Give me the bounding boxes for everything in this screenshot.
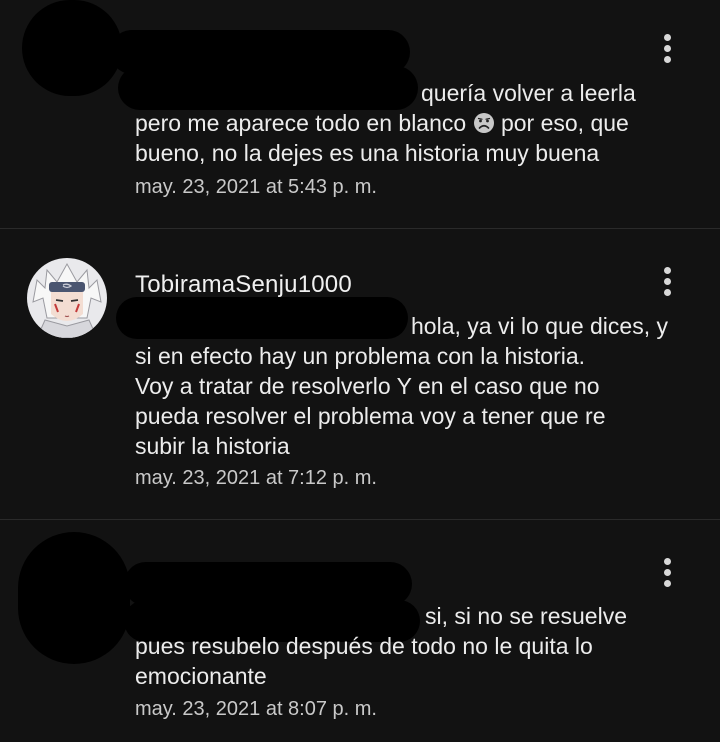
comment-timestamp: may. 23, 2021 at 8:07 p. m. <box>135 698 377 720</box>
comment-item: TobiramaSenju1000 hola, ya vi lo que dic… <box>0 229 720 519</box>
user-avatar-icon <box>27 258 107 338</box>
comment-line: bueno, no la dejes es una historia muy b… <box>135 140 600 166</box>
more-options-icon[interactable] <box>658 267 678 301</box>
comment-body: querí­a volver a leerla pero me aparece … <box>135 78 695 168</box>
comment-line: pues resubelo después de todo no le quit… <box>135 633 593 659</box>
avatar[interactable] <box>27 258 107 338</box>
comment-line: si, si no se resuelve <box>425 603 627 629</box>
comment-line: emocionante <box>135 663 267 689</box>
comment-body: si, si no se resuelve pues resubelo desp… <box>135 601 695 691</box>
redacted-avatar <box>22 0 122 96</box>
comment-timestamp: may. 23, 2021 at 5:43 p. m. <box>135 176 377 198</box>
comment-item: si, si no se resuelve pues resubelo desp… <box>0 520 720 742</box>
sad-face-icon <box>473 113 494 133</box>
more-options-icon[interactable] <box>658 34 678 68</box>
comment-line: subir la historia <box>135 433 290 459</box>
more-options-icon[interactable] <box>658 558 678 592</box>
comment-timestamp: may. 23, 2021 at 7:12 p. m. <box>135 467 377 489</box>
comment-line: pueda resolver el problema voy a tener q… <box>135 403 606 429</box>
redacted-avatar <box>18 532 130 664</box>
comment-line: si en efecto hay un problema con la hist… <box>135 343 586 369</box>
comment-body: hola, ya vi lo que dices, y si en efecto… <box>135 311 695 461</box>
comment-line: Voy a tratar de resolverlo Y en el caso … <box>135 373 600 399</box>
comment-username[interactable]: TobiramaSenju1000 <box>135 271 352 299</box>
comment-line: hola, ya vi lo que dices, y <box>411 313 668 339</box>
comment-item: querí­a volver a leerla pero me aparece … <box>0 0 720 228</box>
comment-line: querí­a volver a leerla <box>421 80 636 106</box>
comment-line: pero me aparece todo en blanco por eso, … <box>135 110 629 136</box>
